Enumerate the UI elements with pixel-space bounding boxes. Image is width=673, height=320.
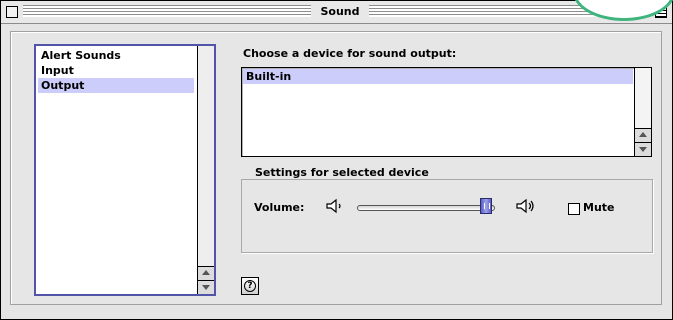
sound-window: Sound Alert Sounds Input Output Choose a…	[0, 0, 673, 320]
settings-group-legend: Settings for selected device	[251, 166, 433, 179]
device-prompt-label: Choose a device for sound output:	[243, 47, 457, 60]
scroll-up-arrow-icon[interactable]	[198, 266, 214, 280]
title-bar[interactable]: Sound	[1, 1, 672, 24]
volume-label: Volume:	[254, 201, 305, 214]
device-list-scrollbar[interactable]	[634, 68, 651, 156]
category-list[interactable]: Alert Sounds Input Output	[34, 44, 216, 296]
output-device-list[interactable]: Built-in	[241, 67, 652, 157]
volume-slider-thumb[interactable]	[480, 198, 493, 214]
settings-group-box	[241, 179, 653, 253]
category-item-alert-sounds[interactable]: Alert Sounds	[38, 48, 194, 63]
category-item-input[interactable]: Input	[38, 63, 194, 78]
title-bar-stripes-left	[23, 5, 311, 17]
mute-label[interactable]: Mute	[583, 201, 615, 214]
close-box-icon[interactable]	[6, 6, 18, 18]
speaker-high-icon[interactable]	[515, 197, 537, 215]
content-panel: Alert Sounds Input Output Choose a devic…	[10, 31, 662, 305]
help-button[interactable]: ?	[241, 277, 259, 295]
window-title: Sound	[320, 5, 360, 18]
volume-slider-track[interactable]	[357, 205, 495, 211]
help-icon: ?	[244, 280, 256, 292]
category-list-scrollbar[interactable]	[197, 46, 214, 294]
scroll-down-arrow-icon[interactable]	[635, 142, 651, 156]
device-item-built-in[interactable]: Built-in	[243, 69, 633, 84]
mute-checkbox[interactable]	[568, 203, 580, 215]
scroll-up-arrow-icon[interactable]	[635, 128, 651, 142]
category-item-output[interactable]: Output	[38, 78, 194, 93]
speaker-low-icon[interactable]	[325, 197, 347, 215]
scroll-down-arrow-icon[interactable]	[198, 280, 214, 294]
